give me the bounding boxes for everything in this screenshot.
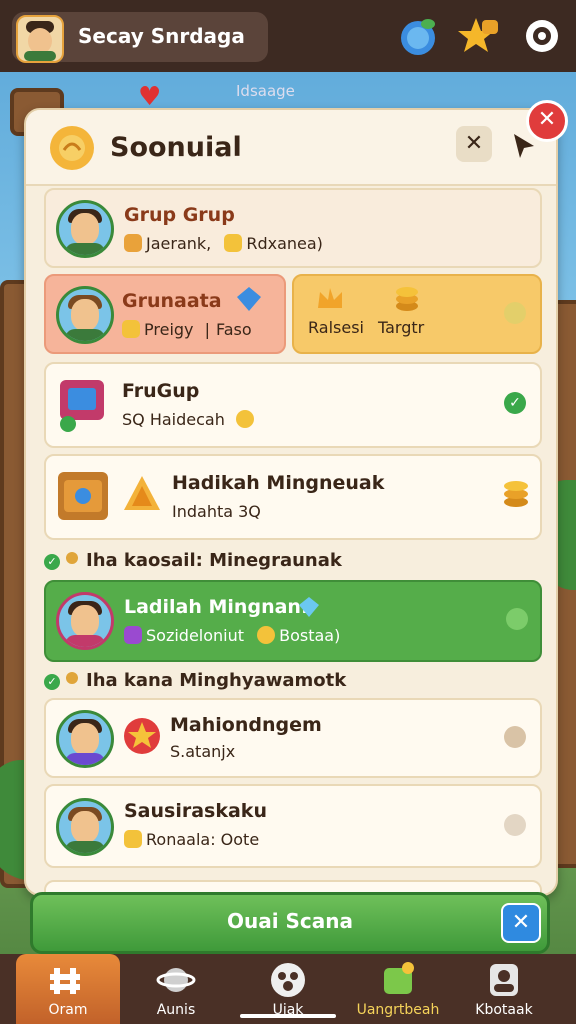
coin-icon — [66, 672, 78, 684]
puzzle-icon — [124, 830, 142, 848]
list-item[interactable]: Mahiondngem S.atanjx — [44, 698, 542, 778]
profile-chip[interactable]: Secay Snrdaga — [12, 12, 268, 63]
status-text: Idsaage — [236, 82, 295, 100]
entry-subtitle: Sozideloniut Bostaa) — [124, 626, 340, 645]
nav-label: Kbotaak — [475, 1002, 533, 1018]
avatar-face-icon — [24, 21, 56, 61]
puzzle-icon — [124, 234, 142, 252]
section-header: ✓ Iha kaosail: Minegraunak — [44, 550, 342, 571]
gem-icon — [237, 287, 261, 311]
entry-title: FruGup — [122, 380, 200, 402]
star-badge-icon — [124, 718, 160, 754]
avatar — [56, 286, 114, 344]
settings-gear-icon[interactable] — [520, 14, 564, 58]
list-item[interactable]: Grup Grup Jaerank, Rdxanea) — [44, 188, 542, 268]
nav-item-uangrtbeah[interactable]: Uangrtbeah — [346, 954, 450, 1024]
nav-item-oram[interactable]: Oram — [16, 954, 120, 1024]
puzzle-icon — [122, 320, 140, 338]
close-icon[interactable]: ✕ — [501, 903, 541, 943]
reward-label: Targtr — [378, 318, 425, 337]
avatar — [56, 200, 114, 258]
entry-title: Ladilah Mingnan: — [124, 596, 309, 618]
puzzle-icon — [224, 234, 243, 252]
home-indicator — [240, 1014, 336, 1018]
crystal-icon — [124, 626, 142, 644]
puzzle-icon — [384, 962, 414, 994]
console-icon — [60, 380, 104, 432]
check-icon: ✓ — [504, 392, 526, 414]
avatar — [16, 15, 64, 63]
entry-subtitle: Indahta 3Q — [172, 502, 261, 521]
coin-stack-icon — [504, 481, 528, 507]
entry-subtitle: S.atanjx — [170, 742, 236, 761]
triangle-badge-icon — [124, 476, 160, 510]
primary-action-label: Ouai Scana — [226, 909, 354, 933]
check-icon: ✓ — [44, 674, 60, 690]
status-dot — [504, 814, 526, 836]
chat-badge-icon — [50, 126, 94, 170]
section-header: ✓ Iha kana Minghyawamotk — [44, 670, 346, 691]
status-dot — [504, 302, 526, 324]
list-item[interactable]: Grunaata Preigy | Faso — [44, 274, 286, 354]
planet-icon[interactable] — [396, 14, 440, 58]
close-icon[interactable]: ✕ — [456, 126, 492, 162]
nav-item-aunis[interactable]: Aunis — [124, 954, 228, 1024]
crown-icon — [318, 288, 342, 308]
close-panel-button[interactable]: ✕ — [526, 100, 568, 142]
username: Secay Snrdaga — [78, 24, 245, 48]
treasure-chest-icon — [58, 472, 108, 520]
top-bar: Secay Snrdaga — [0, 0, 576, 72]
reward-label: Ralsesi — [308, 318, 364, 337]
list-item[interactable]: Hadikah Mingneuak Indahta 3Q — [44, 454, 542, 540]
nav-item-kbotaak[interactable]: Kbotaak — [452, 954, 556, 1024]
list-item[interactable]: FruGup SQ Haidecah ✓ — [44, 362, 542, 448]
entry-title: Grunaata — [122, 290, 222, 312]
list-item-highlight[interactable]: Ladilah Mingnan: Sozideloniut Bostaa) — [44, 580, 542, 662]
entry-subtitle: SQ Haidecah — [122, 410, 258, 429]
coin-icon — [257, 626, 276, 644]
user-icon — [490, 964, 518, 996]
primary-action-button[interactable]: Ouai Scana ✕ — [30, 892, 550, 954]
entry-title: Mahiondngem — [170, 714, 322, 736]
coin-icon — [235, 410, 254, 428]
paw-icon — [271, 963, 305, 997]
nav-label: Oram — [48, 1002, 88, 1018]
list-item-rewards[interactable]: Ralsesi Targtr — [292, 274, 542, 354]
check-icon: ✓ — [44, 554, 60, 570]
grid-icon — [50, 968, 80, 994]
avatar — [56, 710, 114, 768]
status-dot — [504, 726, 526, 748]
status-dot — [506, 608, 528, 630]
entry-title: Sausiraskaku — [124, 800, 267, 822]
nav-label: Aunis — [156, 1002, 196, 1018]
entry-title: Hadikah Mingneuak — [172, 472, 385, 494]
entry-title: Grup Grup — [124, 204, 235, 226]
list-item[interactable]: Sausiraskaku Ronaala: Ootе — [44, 784, 542, 868]
planet-icon — [156, 968, 196, 992]
avatar — [56, 798, 114, 856]
avatar — [56, 592, 114, 650]
coin-stack-icon — [396, 287, 418, 311]
coin-icon — [66, 552, 78, 564]
entry-subtitle: Preigy | Faso — [122, 320, 252, 339]
entry-subtitle: Jaerank, Rdxanea) — [124, 234, 323, 253]
star-coin-icon[interactable] — [456, 14, 500, 58]
gem-icon — [299, 597, 319, 617]
social-panel: Soonuial ✕ Grup Grup Jaerank, Rdxanea) G… — [24, 108, 558, 896]
nav-label: Uangrtbeah — [356, 1002, 440, 1018]
panel-title: Soonuial — [110, 132, 242, 163]
panel-header: Soonuial ✕ — [26, 110, 556, 186]
entry-subtitle: Ronaala: Ootе — [124, 830, 259, 849]
